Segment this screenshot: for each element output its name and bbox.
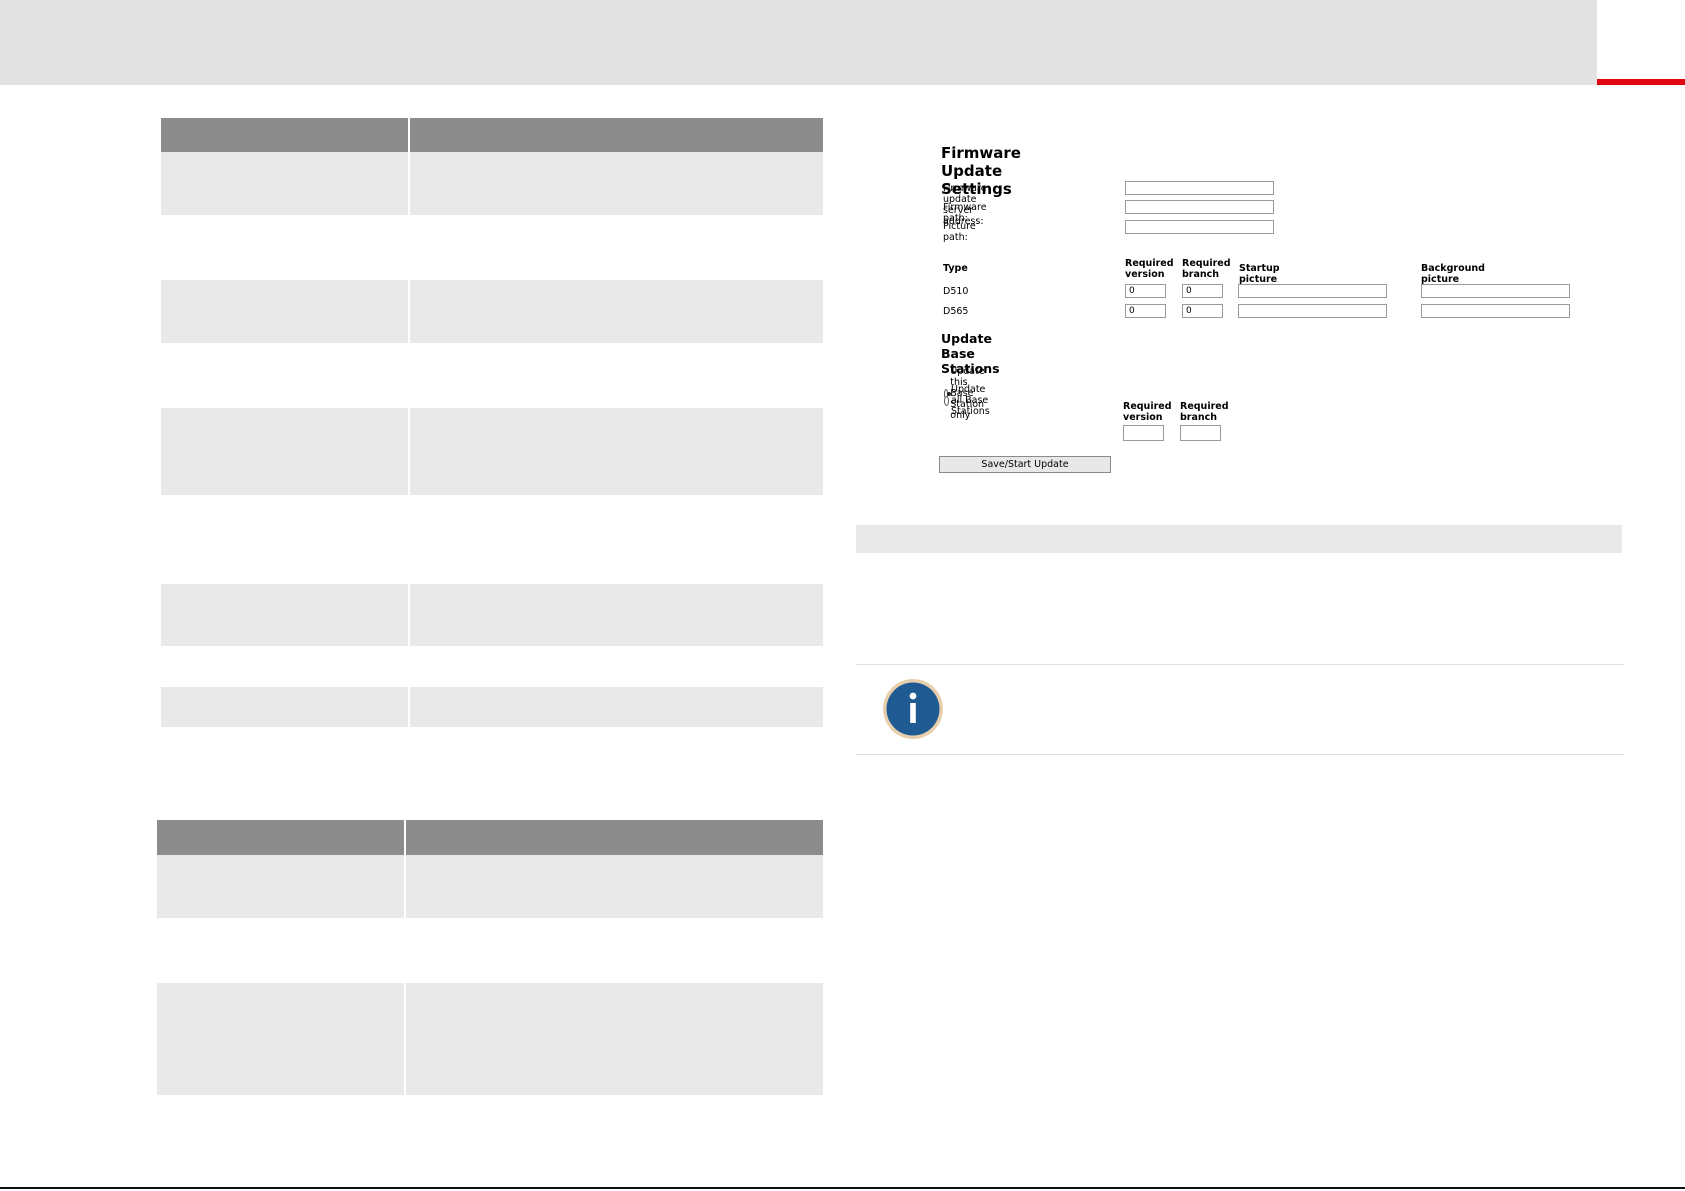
d510-branch-input[interactable] <box>1182 284 1223 298</box>
picture-path-label: Picture path: <box>943 221 976 243</box>
table-row <box>161 646 823 687</box>
column-header-background-picture: Background picture <box>1421 263 1485 285</box>
parameter-table-1 <box>161 118 823 727</box>
base-required-branch-label: Required branch <box>1180 401 1229 423</box>
d510-background-picture-input[interactable] <box>1421 284 1570 298</box>
d565-background-picture-input[interactable] <box>1421 304 1570 318</box>
base-required-version-input[interactable] <box>1123 425 1164 441</box>
d565-startup-picture-input[interactable] <box>1238 304 1387 318</box>
column-header-required-branch: Required branch <box>1182 258 1231 280</box>
table-row <box>157 918 823 983</box>
table-row <box>161 408 823 495</box>
table-header-cell <box>161 118 410 152</box>
save-start-update-button[interactable]: Save/Start Update <box>939 456 1111 473</box>
table-header-cell <box>409 118 823 152</box>
radio-update-all-base-stations[interactable]: Update all Base Stations <box>944 384 995 417</box>
table-header-row <box>157 820 823 855</box>
base-required-branch-input[interactable] <box>1180 425 1221 441</box>
d565-version-input[interactable] <box>1125 304 1166 318</box>
picture-path-input[interactable] <box>1125 220 1274 234</box>
column-header-type: Type <box>943 263 968 274</box>
table-row <box>157 983 823 1095</box>
page-bottom-rule <box>0 1187 1685 1189</box>
d510-version-input[interactable] <box>1125 284 1166 298</box>
column-header-startup-picture: Startup picture <box>1239 263 1280 285</box>
d565-branch-input[interactable] <box>1182 304 1223 318</box>
parameter-table-2 <box>157 820 823 1095</box>
divider <box>856 664 1624 665</box>
table-row <box>157 855 823 918</box>
page-tab-marker <box>1597 79 1685 85</box>
top-header-bar <box>0 0 1597 85</box>
table-header-cell <box>157 820 406 855</box>
device-type-d565: D565 <box>943 306 969 317</box>
table-header-row <box>161 118 823 152</box>
table-row <box>161 215 823 280</box>
table-row <box>161 584 823 646</box>
base-required-version-label: Required version <box>1123 401 1172 423</box>
d510-startup-picture-input[interactable] <box>1238 284 1387 298</box>
table-row <box>161 343 823 408</box>
radio-update-all-label: Update all Base Stations <box>951 384 990 417</box>
section-header-bar <box>856 525 1622 553</box>
divider <box>856 754 1624 755</box>
table-row <box>161 495 823 584</box>
column-header-required-version: Required version <box>1125 258 1174 280</box>
info-icon <box>883 679 943 739</box>
table-header-cell <box>405 820 823 855</box>
table-row <box>161 152 823 215</box>
firmware-path-input[interactable] <box>1125 200 1274 214</box>
radio-unselected-icon[interactable] <box>944 395 949 406</box>
table-row <box>161 687 823 727</box>
table-row <box>161 280 823 343</box>
device-type-d510: D510 <box>943 286 969 297</box>
server-address-input[interactable] <box>1125 181 1274 195</box>
